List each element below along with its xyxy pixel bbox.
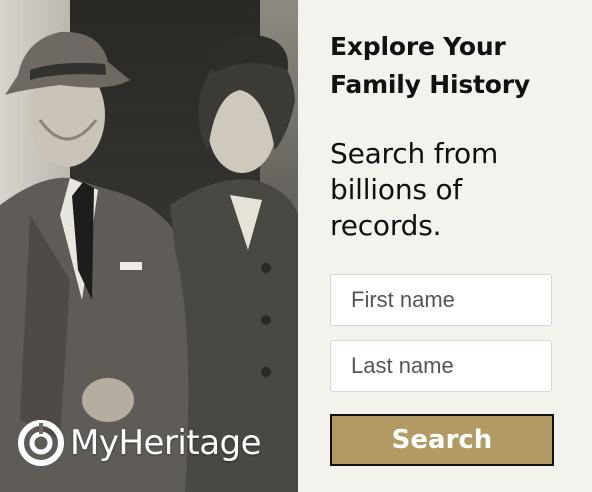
panel-subtitle: Search from billions of records. [330, 137, 499, 242]
myheritage-logo[interactable]: MyHeritage [18, 420, 262, 466]
couple-illustration [0, 31, 298, 492]
search-button[interactable]: Search [330, 414, 554, 466]
vintage-couple-photo: MyHeritage [0, 0, 298, 492]
myheritage-ad[interactable]: MyHeritage Explore Your Family History S… [0, 0, 592, 492]
myheritage-logo-icon [18, 420, 64, 466]
first-name-input[interactable] [330, 274, 552, 326]
last-name-input[interactable] [330, 340, 552, 392]
brand-name: MyHeritage [70, 423, 262, 463]
search-panel: Explore Your Family History Search from … [298, 0, 592, 492]
panel-title: Explore Your Family History [330, 32, 530, 99]
